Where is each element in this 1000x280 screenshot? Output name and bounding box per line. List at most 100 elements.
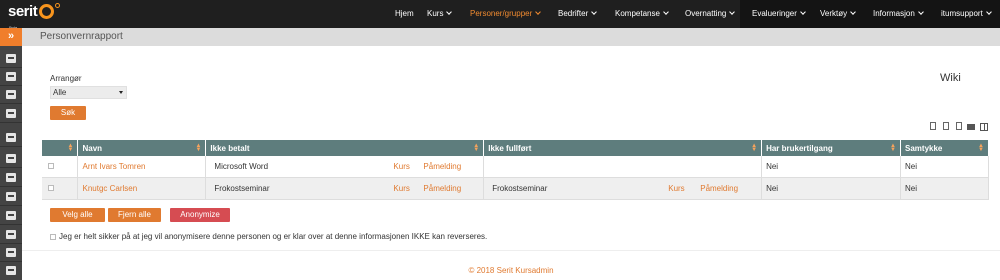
arranger-select[interactable]: Alle	[50, 86, 127, 99]
nav-overnatting[interactable]: Overnatting	[685, 0, 736, 28]
course-name: Frokostseminar	[492, 184, 548, 193]
calendar-grid-icon[interactable]	[6, 72, 16, 81]
ikke-fullfort-cell: Frokostseminar Kurs Påmelding	[483, 177, 763, 200]
select-all-button[interactable]: Velg alle	[50, 208, 105, 222]
pdf-export-icon[interactable]	[956, 122, 962, 130]
chevron-down-icon	[446, 9, 453, 15]
row-checkbox[interactable]	[48, 163, 54, 169]
confirm-checkbox[interactable]	[50, 233, 56, 240]
column-header-navn[interactable]: Navn ▲ ▼	[77, 140, 207, 156]
nav-informasjon[interactable]: Informasjon	[873, 0, 924, 28]
pamelding-link[interactable]: Påmelding	[423, 162, 461, 171]
sidebar-divider	[0, 243, 22, 244]
sidebar-divider	[0, 261, 22, 262]
kurs-link[interactable]: Kurs	[668, 184, 684, 193]
nav-kompetanse[interactable]: Kompetanse	[615, 0, 669, 28]
book-icon[interactable]	[6, 266, 16, 275]
sidebar-divider	[0, 103, 22, 104]
calendar-icon[interactable]	[6, 54, 16, 63]
nav-verktoy[interactable]: Verktøy	[820, 0, 856, 28]
ikke-betalt-cell: Frokostseminar Kurs Påmelding	[205, 177, 485, 200]
select-value: Alle	[53, 88, 67, 97]
table-header-row: ▲ ▼ Navn ▲ ▼ Ikke betalt ▲ ▼ Ikke fullført ▲ ▼ …	[42, 140, 989, 156]
samtykke-cell: Nei	[900, 177, 989, 200]
sort-icon: ▲ ▼	[67, 143, 74, 153]
select-column-header[interactable]: ▲ ▼	[42, 140, 79, 156]
chevron-down-icon	[850, 9, 856, 15]
filter-label: Arrangør	[50, 74, 82, 83]
ikke-fullfort-cell	[483, 156, 763, 178]
footer-copyright: © 2018 Serit Kursadmin	[468, 266, 554, 275]
confirm-row: Jeg er helt sikker på at jeg vil anonymi…	[50, 232, 487, 241]
column-header-har-brukertilgang[interactable]: Har brukertilgang ▲ ▼	[761, 140, 901, 156]
nav-user-itumsupport[interactable]: itumsupport	[941, 0, 992, 28]
page-header-bar	[22, 28, 1000, 46]
nav-personer-grupper[interactable]: Personer/grupper	[470, 0, 542, 28]
person-name-link[interactable]: Arnt Ivars Tomren	[82, 162, 145, 171]
report-icon[interactable]	[6, 230, 16, 239]
pamelding-link[interactable]: Påmelding	[423, 184, 461, 193]
sidebar-divider	[0, 224, 22, 225]
pamelding-link[interactable]: Påmelding	[700, 184, 738, 193]
wiki-link[interactable]: Wiki	[940, 72, 961, 84]
printer-icon[interactable]	[6, 90, 16, 99]
sidebar-divider	[0, 146, 22, 147]
print-icon[interactable]	[967, 124, 975, 130]
chevron-down-icon	[917, 9, 924, 15]
nav-evalueringer[interactable]: Evalueringer	[752, 0, 806, 28]
tilgang-cell: Nei	[761, 156, 901, 178]
dropdown-arrow-icon	[119, 91, 123, 94]
users-icon[interactable]	[6, 133, 16, 142]
name-cell: Knutgc Carlsen	[77, 177, 207, 200]
sidebar-divider	[0, 167, 22, 168]
column-header-samtykke[interactable]: Samtykke ▲ ▼	[900, 140, 989, 156]
chevron-down-icon	[663, 9, 669, 15]
columns-icon[interactable]	[980, 123, 988, 131]
checkbox-icon[interactable]	[6, 173, 16, 182]
row-select-cell	[42, 177, 79, 200]
sidebar-divider	[0, 67, 22, 68]
chevron-down-icon	[729, 9, 736, 15]
sort-icon: ▲ ▼	[473, 143, 480, 153]
sort-icon: ▲ ▼	[978, 143, 984, 153]
logo[interactable]: seritBodø	[8, 3, 61, 30]
course-name: Frokostseminar	[214, 184, 270, 193]
sort-icon: ▲ ▼	[195, 143, 202, 153]
clock-icon[interactable]	[6, 192, 16, 201]
column-header-ikke-fullfort[interactable]: Ikke fullført ▲ ▼	[483, 140, 763, 156]
name-cell: Arnt Ivars Tomren	[77, 156, 207, 178]
person-name-link[interactable]: Knutgc Carlsen	[82, 184, 137, 193]
sidebar-divider	[0, 205, 22, 206]
column-header-ikke-betalt[interactable]: Ikke betalt ▲ ▼	[205, 140, 485, 156]
report-table: ▲ ▼ Navn ▲ ▼ Ikke betalt ▲ ▼ Ikke fullført ▲ ▼ …	[42, 140, 989, 200]
table-row: Arnt Ivars Tomren Microsoft Word Kurs Påme…	[42, 156, 989, 178]
nav-hjem[interactable]: Hjem	[395, 0, 414, 28]
excel-icon[interactable]	[943, 122, 949, 130]
chevron-down-icon	[535, 9, 542, 15]
sort-icon: ▲ ▼	[751, 143, 758, 153]
user-add-icon[interactable]	[6, 154, 16, 163]
kurs-link[interactable]: Kurs	[393, 162, 409, 171]
samtykke-cell: Nei	[900, 156, 989, 178]
anonymize-button[interactable]: Anonymize	[170, 208, 230, 222]
search-button[interactable]: Søk	[50, 106, 86, 120]
nav-bedrifter[interactable]: Bedrifter	[558, 0, 598, 28]
sort-icon: ▲ ▼	[890, 143, 896, 153]
row-checkbox[interactable]	[48, 185, 54, 191]
kurs-link[interactable]: Kurs	[393, 184, 409, 193]
table-row: Knutgc Carlsen Frokostseminar Kurs Påmeldi…	[42, 177, 989, 200]
pdf-icon[interactable]	[930, 122, 936, 130]
chevron-down-icon	[591, 9, 598, 15]
remove-all-button[interactable]: Fjern alle	[108, 208, 161, 222]
sidebar-divider	[0, 122, 22, 123]
list-icon[interactable]	[6, 248, 16, 257]
logo-ring-icon	[39, 4, 55, 19]
nav-kurs[interactable]: Kurs	[427, 0, 453, 28]
sidebar-toggle-button[interactable]: »	[0, 28, 22, 46]
computer-icon[interactable]	[6, 109, 16, 118]
row-select-cell	[42, 156, 79, 178]
page-title: Personvernrapport	[40, 31, 123, 42]
sidebar-divider	[0, 186, 22, 187]
confirm-label: Jeg er helt sikker på at jeg vil anonymi…	[59, 232, 488, 241]
document-icon[interactable]	[6, 211, 16, 220]
